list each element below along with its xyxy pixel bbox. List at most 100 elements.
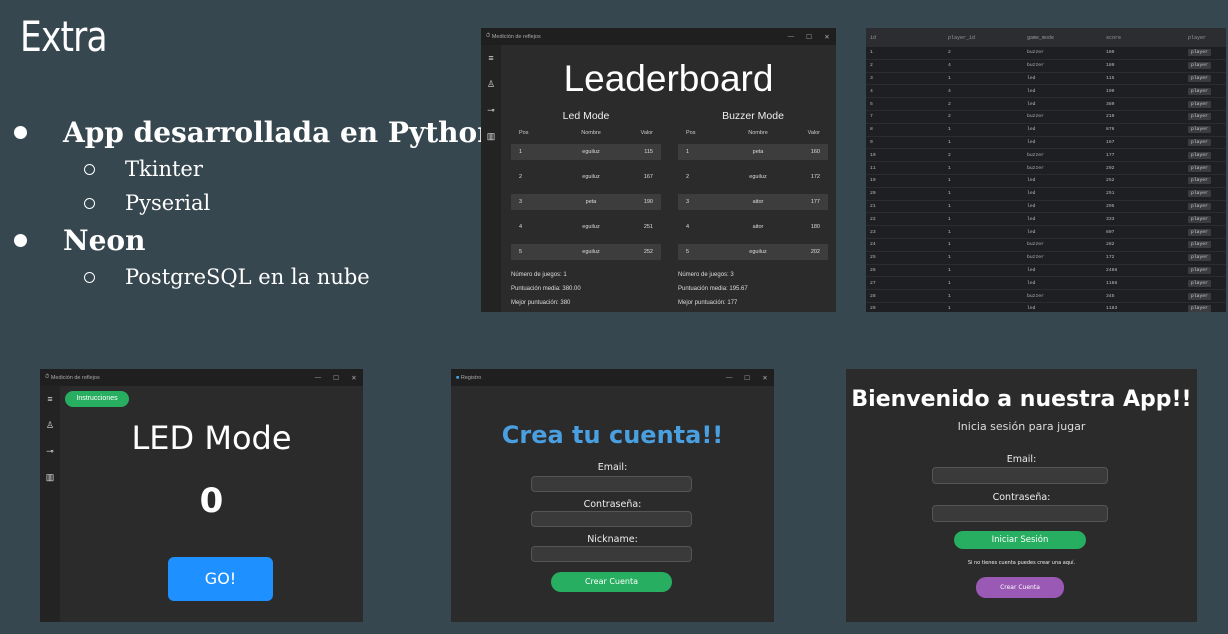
led-icon[interactable]: ♙ xyxy=(486,79,497,90)
cell-id: 8 xyxy=(870,127,873,133)
player-tag[interactable]: player xyxy=(1188,151,1211,159)
cell-player: player xyxy=(1188,164,1226,172)
table-row[interactable]: 1 2 buzzer 180 player xyxy=(866,47,1226,60)
cell-player: player xyxy=(1188,254,1226,262)
close-icon[interactable]: ✕ xyxy=(818,33,836,41)
player-tag[interactable]: player xyxy=(1188,279,1211,287)
register-window: ■ Registro — ☐ ✕ Crea tu cuenta!! Email:… xyxy=(451,369,774,622)
table-row[interactable]: 2 4 buzzer 180 player xyxy=(866,60,1226,73)
maximize-icon[interactable]: ☐ xyxy=(738,374,756,382)
go-button[interactable]: GO! xyxy=(168,557,273,601)
table-row[interactable]: 24 1 buzzer 282 player xyxy=(866,239,1226,252)
col-game-mode[interactable]: game_mode xyxy=(1027,35,1106,41)
table-row[interactable]: 20 1 led 251 player xyxy=(866,188,1226,201)
col-id[interactable]: id xyxy=(866,35,948,41)
password-field[interactable] xyxy=(531,511,692,527)
leaderboard-icon[interactable]: ▥ xyxy=(486,131,497,142)
login-subtitle: Inicia sesión para jugar xyxy=(957,420,1086,433)
player-tag[interactable]: player xyxy=(1188,113,1211,121)
player-tag[interactable]: player xyxy=(1188,100,1211,108)
player-tag[interactable]: player xyxy=(1188,177,1211,185)
menu-icon[interactable]: ≡ xyxy=(486,53,497,64)
player-tag[interactable]: player xyxy=(1188,228,1211,236)
table-row[interactable]: 8 1 led 876 player xyxy=(866,124,1226,137)
menu-icon[interactable]: ≡ xyxy=(45,394,56,405)
cell-player: player xyxy=(1188,202,1226,210)
minimize-icon[interactable]: — xyxy=(782,33,800,40)
minimize-icon[interactable]: — xyxy=(720,374,738,381)
instructions-button[interactable]: Instrucciones xyxy=(65,391,129,407)
player-tag[interactable]: player xyxy=(1188,49,1211,57)
stat-best: Mejor puntuación: 380 xyxy=(511,300,571,306)
player-tag[interactable]: player xyxy=(1188,305,1211,312)
table-row[interactable]: 25 1 buzzer 172 player xyxy=(866,252,1226,265)
cell-score: 380 xyxy=(1106,101,1115,107)
leaderboard-icon[interactable]: ▥ xyxy=(45,472,56,483)
close-icon[interactable]: ✕ xyxy=(345,374,363,382)
table-row[interactable]: 5 2 led 380 player xyxy=(866,98,1226,111)
window-titlebar: ⏱ Medición de reflejos — ☐ ✕ xyxy=(40,369,363,386)
table-row[interactable]: 27 1 led 1186 player xyxy=(866,277,1226,291)
row-pos: 4 xyxy=(686,224,690,230)
player-tag[interactable]: player xyxy=(1188,241,1211,249)
player-tag[interactable]: player xyxy=(1188,215,1211,223)
player-tag[interactable]: player xyxy=(1188,254,1211,262)
player-tag[interactable]: player xyxy=(1188,292,1211,300)
minimize-icon[interactable]: — xyxy=(309,374,327,381)
cell-player: player xyxy=(1188,138,1226,146)
player-tag[interactable]: player xyxy=(1188,87,1211,95)
led-icon[interactable]: ♙ xyxy=(45,420,56,431)
col-player-id[interactable]: player_id xyxy=(948,35,1027,41)
col-score[interactable]: score xyxy=(1106,35,1188,41)
row-pos: 5 xyxy=(519,249,523,255)
cell-score: 345 xyxy=(1106,293,1115,299)
create-account-button[interactable]: Crear Cuenta xyxy=(976,577,1064,598)
col-player[interactable]: player xyxy=(1188,35,1226,41)
login-button[interactable]: Iniciar Sesión xyxy=(954,531,1086,549)
table-row[interactable]: 4 4 led 190 player xyxy=(866,85,1226,99)
email-field[interactable] xyxy=(932,467,1108,484)
create-account-button[interactable]: Crear Cuenta xyxy=(551,572,672,592)
bullet-dot xyxy=(14,233,27,247)
table-row[interactable]: 23 1 led 807 player xyxy=(866,226,1226,239)
maximize-icon[interactable]: ☐ xyxy=(327,374,345,382)
table-row[interactable]: 29 1 led 1183 player xyxy=(866,303,1226,312)
table-row[interactable]: 28 1 buzzer 345 player xyxy=(866,290,1226,303)
buzzer-icon[interactable]: ⊸ xyxy=(45,446,56,457)
row-pos: 2 xyxy=(686,174,690,180)
player-tag[interactable]: player xyxy=(1188,62,1211,70)
player-tag[interactable]: player xyxy=(1188,202,1211,210)
player-tag[interactable]: player xyxy=(1188,138,1211,146)
cell-score: 282 xyxy=(1106,242,1115,248)
close-icon[interactable]: ✕ xyxy=(756,374,774,382)
maximize-icon[interactable]: ☐ xyxy=(800,33,818,41)
cell-id: 27 xyxy=(870,280,876,286)
player-tag[interactable]: player xyxy=(1188,190,1211,198)
cell-id: 7 xyxy=(870,114,873,120)
table-row[interactable]: 19 1 led 252 player xyxy=(866,175,1226,188)
player-tag[interactable]: player xyxy=(1188,266,1211,274)
sub-bullet-pyserial: Pyserial xyxy=(14,186,498,220)
email-field[interactable] xyxy=(531,476,692,492)
table-row[interactable]: 22 1 led 333 player xyxy=(866,213,1226,227)
cell-player: player xyxy=(1188,215,1226,223)
col-pos: Pos xyxy=(519,130,529,136)
password-field[interactable] xyxy=(932,505,1108,522)
player-tag[interactable]: player xyxy=(1188,126,1211,134)
table-row[interactable]: 21 1 led 295 player xyxy=(866,201,1226,214)
buzzer-icon[interactable]: ⊸ xyxy=(486,105,497,116)
table-row[interactable]: 26 1 led 2486 player xyxy=(866,265,1226,278)
cell-score: 1183 xyxy=(1106,306,1118,312)
row-value: 167 xyxy=(643,174,653,180)
table-row[interactable]: 11 1 buzzer 202 player xyxy=(866,162,1226,175)
table-row[interactable]: 3 1 led 115 player xyxy=(866,73,1226,86)
ranking-row: 1 eguiluz 115 xyxy=(511,144,661,160)
table-row[interactable]: 10 2 buzzer 177 player xyxy=(866,149,1226,163)
cell-score: 180 xyxy=(1106,63,1115,69)
table-row[interactable]: 9 1 led 167 player xyxy=(866,137,1226,150)
table-row[interactable]: 7 2 buzzer 210 player xyxy=(866,111,1226,124)
player-tag[interactable]: player xyxy=(1188,164,1211,172)
cell-player: player xyxy=(1188,177,1226,185)
player-tag[interactable]: player xyxy=(1188,74,1211,82)
nickname-field[interactable] xyxy=(531,546,692,562)
